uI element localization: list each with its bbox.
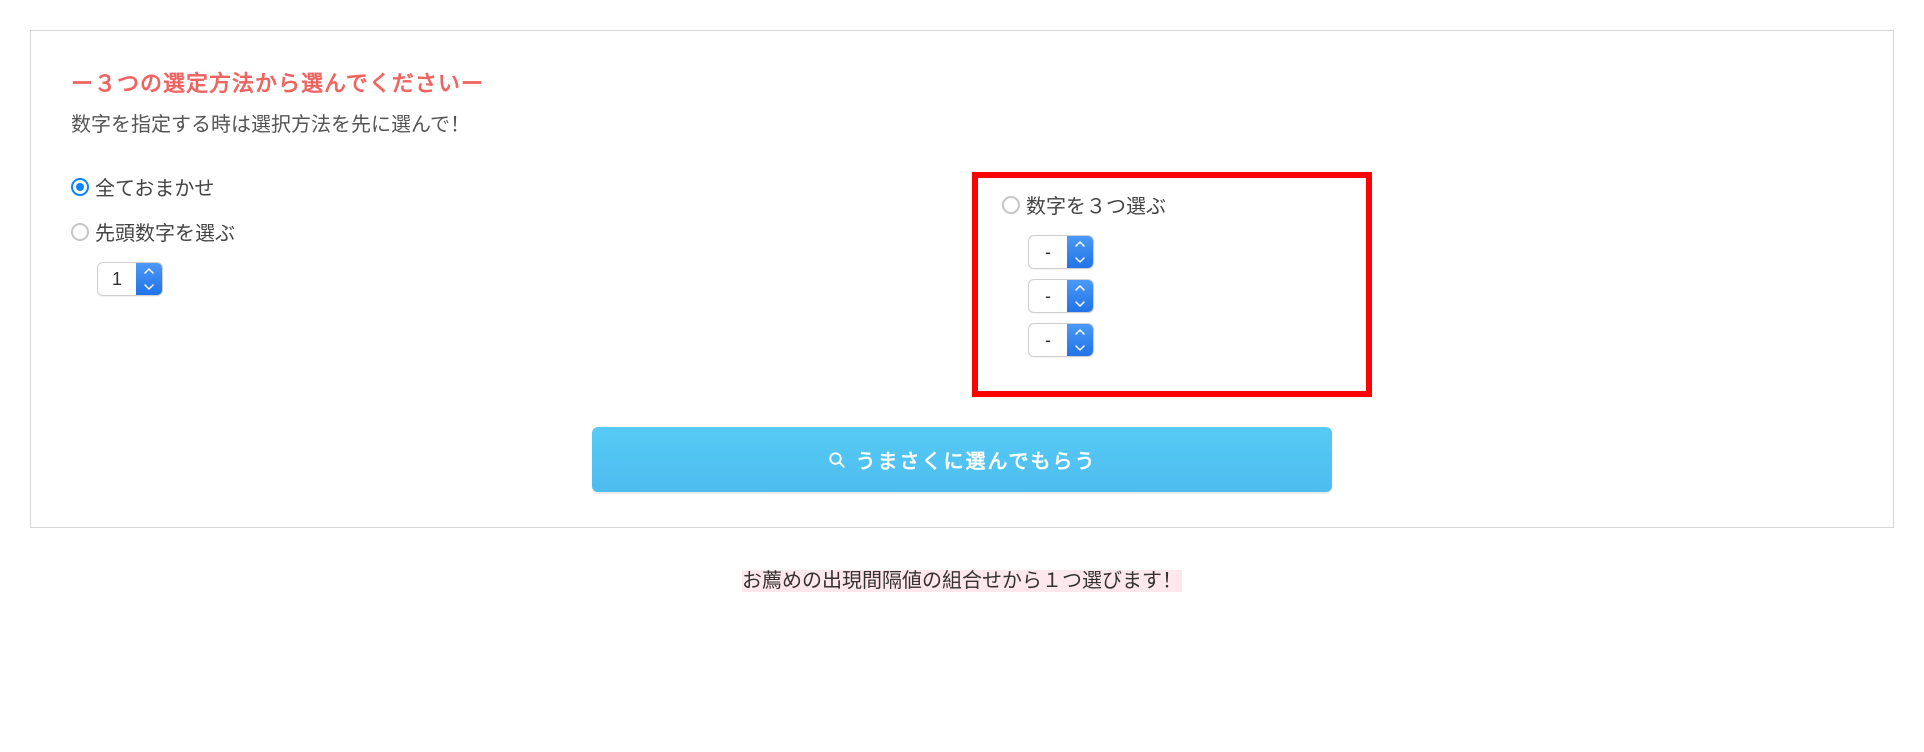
selection-panel: ー３つの選定方法から選んでくださいー 数字を指定する時は選択方法を先に選んで！ … <box>30 30 1894 528</box>
first-digit-select[interactable]: 1 <box>97 262 163 296</box>
radio-three-digits-label: 数字を３つ選ぶ <box>1026 190 1166 219</box>
search-icon <box>828 451 846 469</box>
submit-button[interactable]: うまさくに選んでもらう <box>592 427 1332 492</box>
radio-unchecked-icon <box>71 223 89 241</box>
submit-row: うまさくに選んでもらう <box>71 427 1853 492</box>
radio-auto-label: 全ておまかせ <box>95 172 214 201</box>
options-right-column: 数字を３つ選ぶ - - <box>972 172 1853 397</box>
footer-note-text: お薦めの出現間隔値の組合せから１つ選びます！ <box>742 570 1182 592</box>
radio-three-digits[interactable]: 数字を３つ選ぶ <box>1002 190 1342 219</box>
chevron-down-icon <box>1067 296 1093 312</box>
radio-first-digit-label: 先頭数字を選ぶ <box>95 217 235 246</box>
three-digits-select-3[interactable]: - <box>1028 323 1094 357</box>
panel-title: ー３つの選定方法から選んでくださいー <box>71 66 1853 98</box>
radio-auto[interactable]: 全ておまかせ <box>71 172 952 201</box>
three-digits-select-3-holder: - <box>1028 323 1342 357</box>
stepper-control[interactable] <box>136 263 162 295</box>
panel-subtitle: 数字を指定する時は選択方法を先に選んで！ <box>71 108 1853 137</box>
three-digits-select-1[interactable]: - <box>1028 235 1094 269</box>
three-digits-select-2-holder: - <box>1028 279 1342 313</box>
three-digits-select-2[interactable]: - <box>1028 279 1094 313</box>
first-digit-select-holder: 1 <box>97 262 952 296</box>
three-digits-select-1-holder: - <box>1028 235 1342 269</box>
three-digits-value-1: - <box>1029 236 1067 268</box>
chevron-up-icon <box>1067 324 1093 340</box>
chevron-down-icon <box>1067 340 1093 356</box>
three-digits-value-3: - <box>1029 324 1067 356</box>
stepper-control[interactable] <box>1067 280 1093 312</box>
options-left-column: 全ておまかせ 先頭数字を選ぶ 1 <box>71 172 952 306</box>
stepper-control[interactable] <box>1067 324 1093 356</box>
chevron-down-icon <box>1067 252 1093 268</box>
three-digits-value-2: - <box>1029 280 1067 312</box>
first-digit-value: 1 <box>98 263 136 295</box>
highlight-box: 数字を３つ選ぶ - - <box>972 172 1372 397</box>
footer-note: お薦めの出現間隔値の組合せから１つ選びます！ <box>30 564 1894 593</box>
chevron-up-icon <box>136 263 162 279</box>
radio-unchecked-icon <box>1002 196 1020 214</box>
stepper-control[interactable] <box>1067 236 1093 268</box>
options-grid: 全ておまかせ 先頭数字を選ぶ 1 数字を <box>71 172 1853 397</box>
chevron-down-icon <box>136 279 162 295</box>
chevron-up-icon <box>1067 236 1093 252</box>
radio-first-digit[interactable]: 先頭数字を選ぶ <box>71 217 952 246</box>
submit-button-label: うまさくに選んでもらう <box>856 445 1097 474</box>
chevron-up-icon <box>1067 280 1093 296</box>
radio-checked-icon <box>71 178 89 196</box>
